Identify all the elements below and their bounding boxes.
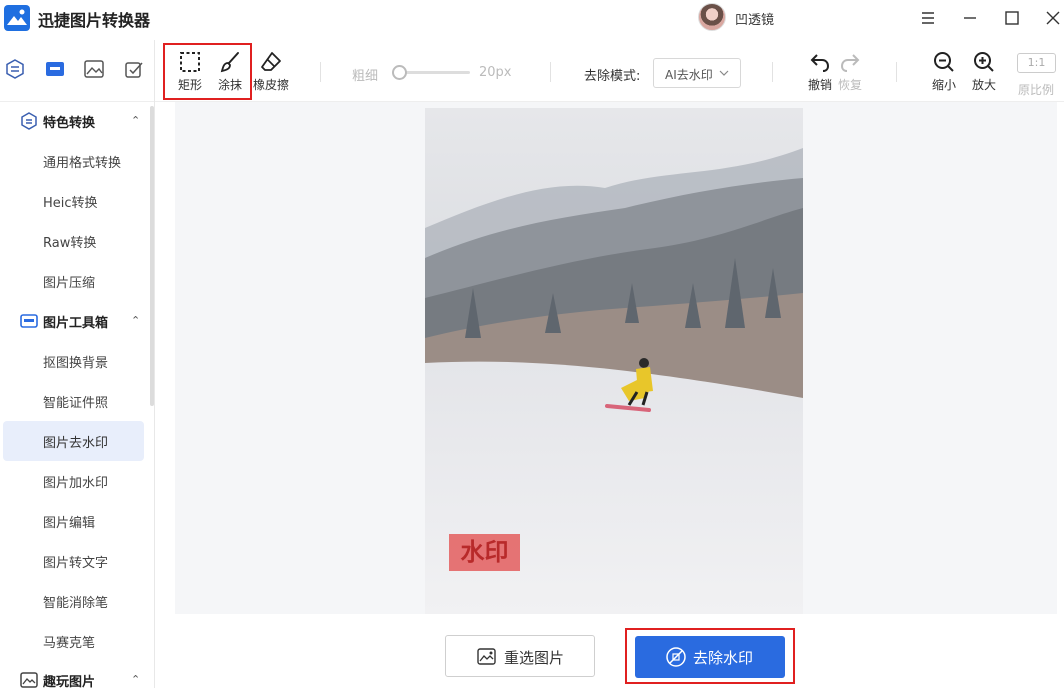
thickness-value: 20px — [479, 65, 512, 80]
image-rail-icon[interactable] — [83, 58, 105, 80]
original-ratio-button[interactable]: 1:1 — [1017, 53, 1056, 73]
toolbox-rail-icon[interactable] — [44, 58, 66, 80]
watermark-selection[interactable]: 水印 — [449, 534, 520, 571]
toolbar-divider — [772, 62, 773, 82]
sidebar-item-cutout[interactable]: 抠图换背景 — [3, 341, 144, 381]
sidebar-item-smart-eraser[interactable]: 智能消除笔 — [3, 581, 144, 621]
sidebar-group-label: 图片工具箱 — [43, 316, 109, 331]
app-logo-icon — [4, 5, 30, 31]
fun-image-icon — [20, 672, 38, 688]
removal-mode-select[interactable]: AI去水印 — [653, 58, 741, 88]
redo-icon — [840, 54, 860, 72]
toolbar-divider — [550, 62, 551, 82]
redo-button[interactable]: 恢复 — [830, 46, 870, 98]
chevron-up-icon: ⌃ — [131, 673, 141, 686]
tool-highlight-box — [163, 43, 252, 100]
sidebar-group-fun[interactable]: 趣玩图片 ⌃ — [0, 660, 150, 688]
sidebar-group-label: 特色转换 — [43, 116, 96, 131]
sidebar-scrollbar[interactable] — [150, 106, 154, 406]
minimize-icon[interactable] — [960, 8, 980, 28]
app-title: 迅捷图片转换器 — [38, 11, 151, 30]
zoom-in-icon — [974, 52, 994, 72]
chevron-up-icon: ⌃ — [131, 114, 141, 127]
sidebar-item-add-watermark[interactable]: 图片加水印 — [3, 461, 144, 501]
remove-watermark-label: 去除水印 — [693, 649, 754, 667]
redo-label: 恢复 — [837, 78, 862, 92]
avatar[interactable] — [698, 3, 726, 31]
toolbar — [0, 36, 1064, 102]
sidebar-item-id-photo[interactable]: 智能证件照 — [3, 381, 144, 421]
reselect-image-button[interactable]: 重选图片 — [445, 635, 595, 677]
title-bar: 迅捷图片转换器 凹透镜 — [0, 0, 1064, 36]
sidebar-item-mosaic[interactable]: 马赛克笔 — [3, 621, 144, 661]
thickness-label: 粗细 — [352, 69, 379, 84]
thickness-slider-handle[interactable] — [391, 65, 407, 80]
sidebar-group-label: 趣玩图片 — [43, 675, 96, 688]
sidebar-group-toolbox[interactable]: 图片工具箱 ⌃ — [0, 301, 150, 341]
convert-icon — [21, 112, 37, 130]
convert-rail-icon[interactable] — [4, 58, 26, 80]
chevron-up-icon: ⌃ — [131, 314, 141, 327]
username[interactable]: 凹透镜 — [735, 9, 774, 28]
remove-watermark-button[interactable]: 去除水印 — [635, 636, 785, 678]
zoom-out-button[interactable]: 缩小 — [924, 46, 964, 98]
sidebar-item-raw[interactable]: Raw转换 — [3, 221, 144, 261]
reselect-image-label: 重选图片 — [504, 649, 565, 667]
sidebar-group-special-convert[interactable]: 特色转换 ⌃ — [0, 101, 150, 141]
zoom-out-icon — [934, 52, 954, 72]
edit-rail-icon[interactable] — [123, 58, 145, 80]
chevron-down-icon — [719, 70, 729, 76]
sidebar-item-edit[interactable]: 图片编辑 — [3, 501, 144, 541]
eraser-icon — [261, 52, 281, 71]
image-refresh-icon — [477, 648, 496, 665]
removal-mode-value: AI去水印 — [665, 68, 713, 82]
toolbox-icon — [20, 314, 38, 328]
no-watermark-icon — [666, 647, 686, 667]
maximize-icon[interactable] — [1002, 8, 1022, 28]
original-ratio-label: 原比例 — [1018, 83, 1055, 97]
removal-mode-label: 去除模式: — [584, 69, 641, 84]
sidebar-divider — [154, 40, 155, 688]
toolbar-divider — [896, 62, 897, 82]
close-icon[interactable] — [1043, 8, 1063, 28]
eraser-tool-button[interactable]: 橡皮擦 — [250, 46, 292, 98]
toolbar-divider — [320, 62, 321, 82]
eraser-tool-label: 橡皮擦 — [252, 78, 289, 92]
sidebar-item-ocr[interactable]: 图片转文字 — [3, 541, 144, 581]
zoom-out-label: 缩小 — [931, 78, 956, 92]
zoom-in-button[interactable]: 放大 — [964, 46, 1004, 98]
menu-icon[interactable] — [918, 8, 938, 28]
undo-icon — [810, 54, 830, 72]
sidebar-item-compress[interactable]: 图片压缩 — [3, 261, 144, 301]
zoom-in-label: 放大 — [971, 78, 996, 92]
sidebar-item-remove-watermark[interactable]: 图片去水印 — [3, 421, 144, 461]
sidebar-item-heic[interactable]: Heic转换 — [3, 181, 144, 221]
sidebar-item-general-convert[interactable]: 通用格式转换 — [3, 141, 144, 181]
